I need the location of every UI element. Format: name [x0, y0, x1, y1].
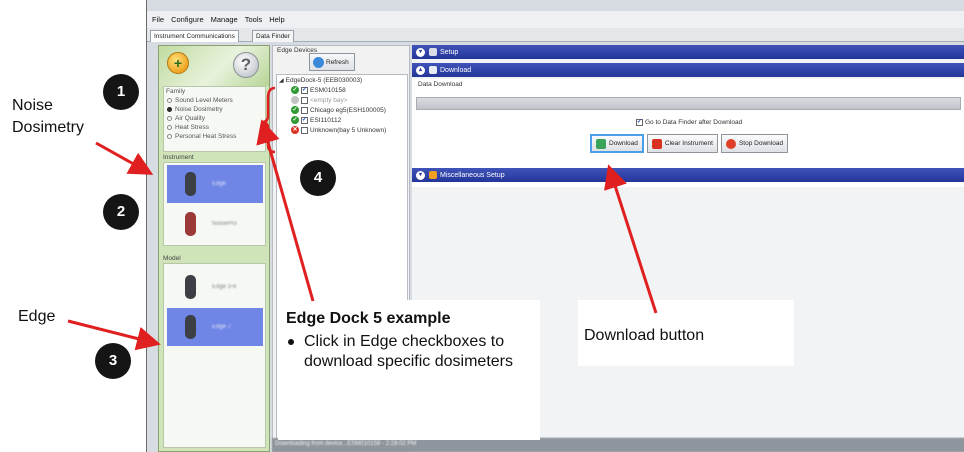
annotation-arrows	[67, 86, 658, 351]
edge-dock-arrow	[256, 119, 315, 302]
noise-dosimetry-arrow	[95, 141, 154, 175]
download-button-arrow	[604, 164, 658, 314]
edge-arrow	[67, 319, 161, 351]
screenshot-stage: File Configure Manage Tools Help Instrum…	[0, 0, 964, 452]
